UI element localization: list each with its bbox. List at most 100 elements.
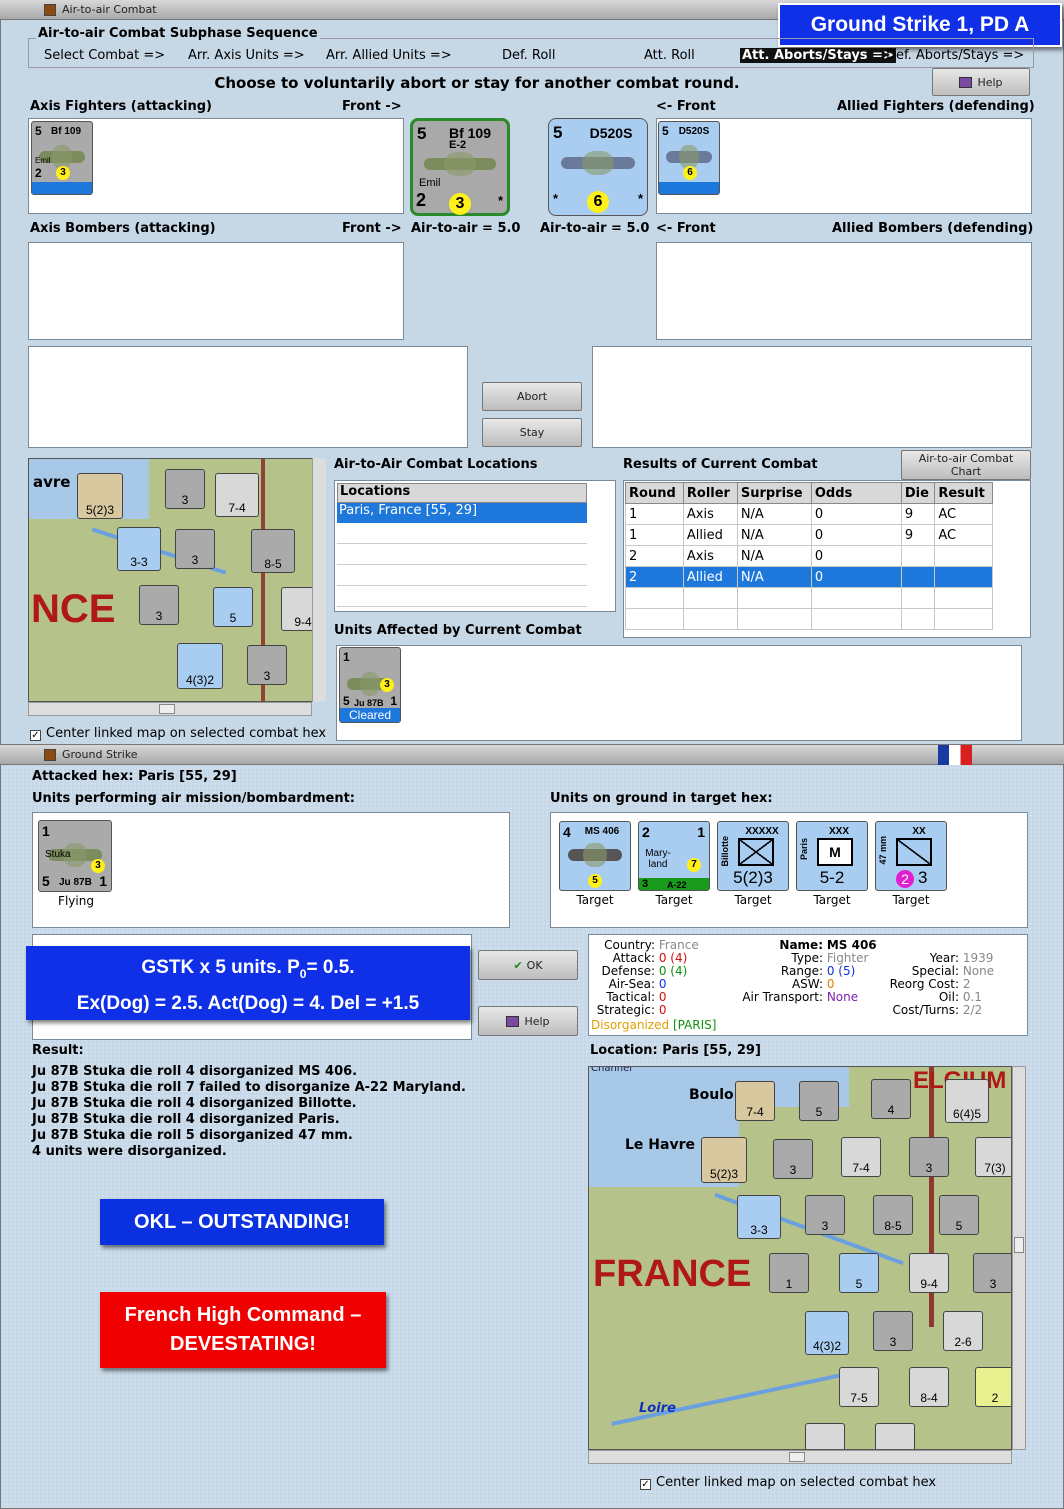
target-billotte[interactable]: XXXXX Billotte 5(2)3 Target: [717, 821, 789, 911]
table-row[interactable]: 1 Allied N/A 0 9 AC: [625, 524, 993, 546]
map-counter[interactable]: 1: [769, 1253, 809, 1293]
map-scrollbar-vertical[interactable]: [312, 458, 326, 702]
allied-front-fighter-counter[interactable]: 5 D520S 6 * *: [548, 118, 648, 216]
stuka-counter[interactable]: 1 Stuka 3 5 Ju 87B 1: [38, 820, 112, 892]
map-counter[interactable]: 3: [973, 1253, 1011, 1293]
allied-bombers-box[interactable]: [656, 242, 1032, 340]
map-counter[interactable]: 3: [175, 529, 215, 569]
scroll-thumb[interactable]: [1014, 1237, 1024, 1253]
results-title: Results of Current Combat: [623, 457, 818, 472]
map-counter[interactable]: [805, 1423, 845, 1449]
ok-button[interactable]: ✔ OK: [478, 950, 578, 980]
map-counter[interactable]: 3: [805, 1195, 845, 1235]
map-label-channel: Channel: [591, 1066, 633, 1074]
result-line: 4 units were disorganized.: [32, 1144, 227, 1159]
plane-icon: [560, 151, 636, 176]
map-counter[interactable]: 7-5: [839, 1367, 879, 1407]
locations-list[interactable]: Locations Paris, France [55, 29]: [334, 480, 616, 612]
abort-button[interactable]: Abort: [482, 382, 582, 411]
target-maryland[interactable]: 2 1 Mary-land 7 3 A-22 Target: [638, 821, 710, 911]
stuka-counter-affected[interactable]: 1 3 5 Ju 87B 1 Cleared: [339, 647, 401, 723]
axis-fighter-counter-small[interactable]: 5 Bf 109 Emil 2 3: [31, 121, 93, 195]
map-scrollbar-vertical-bottom[interactable]: [1012, 1066, 1026, 1450]
stay-button[interactable]: Stay: [482, 418, 582, 447]
map-counter[interactable]: 8-5: [873, 1195, 913, 1235]
unit-info-panel: Country: France Attack: 0 (4) Defense: 0…: [588, 934, 1028, 1036]
map-counter[interactable]: 7(3): [975, 1137, 1011, 1177]
map-counter[interactable]: 2-6: [943, 1311, 983, 1351]
axis-bombers-box[interactable]: [28, 242, 404, 340]
map-label-boulogne: Boulo: [689, 1087, 734, 1103]
subphase-header: Air-to-air Combat Subphase Sequence: [36, 26, 320, 41]
location-row-selected[interactable]: Paris, France [55, 29]: [337, 503, 587, 523]
map-counter[interactable]: 4(3)2: [805, 1311, 849, 1355]
allied-a2a-value: Air-to-air = 5.0: [540, 221, 650, 236]
map-scrollbar-horizontal-bottom[interactable]: [588, 1450, 1012, 1464]
map-counter[interactable]: 3: [139, 585, 179, 625]
map-counter[interactable]: 3: [247, 645, 287, 685]
step-def-roll: Def. Roll: [502, 48, 556, 63]
table-row-selected[interactable]: 2 Allied N/A 0: [625, 566, 993, 588]
linked-map-top[interactable]: avre NCE 5(2)3 3 7-4 3-3 3 8-5 3 5 9-4 4…: [28, 458, 326, 702]
map-counter[interactable]: 3-3: [117, 527, 161, 571]
map-counter[interactable]: 3: [909, 1137, 949, 1177]
map-counter[interactable]: 9-4: [909, 1253, 949, 1293]
check-icon[interactable]: ✓: [30, 730, 41, 741]
help-button-top[interactable]: Help: [932, 68, 1030, 96]
table-row[interactable]: 2 Axis N/A 0: [625, 545, 993, 567]
linked-map-bottom[interactable]: Channel Boulo Le Havre FRANCE ELGIUM Loi…: [588, 1066, 1012, 1450]
table-row[interactable]: 1 Axis N/A 0 9 AC: [625, 503, 993, 525]
map-counter[interactable]: 5: [213, 587, 253, 627]
window-title: Air-to-air Combat: [62, 3, 157, 16]
app-icon: [44, 4, 56, 16]
allied-bombers-label: Allied Bombers (defending): [832, 221, 1034, 236]
map-counter[interactable]: 4: [871, 1079, 911, 1119]
map-counter[interactable]: 5(2)3: [701, 1137, 747, 1183]
map-counter[interactable]: 3-3: [737, 1195, 781, 1239]
counter-billotte[interactable]: XXXXX Billotte 5(2)3: [717, 821, 789, 891]
map-counter[interactable]: 7-4: [841, 1137, 881, 1177]
map-counter[interactable]: 7-4: [735, 1081, 775, 1121]
map-counter[interactable]: 6(4)5: [945, 1079, 989, 1123]
book-icon: [959, 76, 973, 88]
map-counter[interactable]: 8-4: [909, 1367, 949, 1407]
counter-maryland[interactable]: 2 1 Mary-land 7 3 A-22: [638, 821, 710, 891]
result-line: Ju 87B Stuka die roll 7 failed to disorg…: [32, 1080, 466, 1095]
map-counter[interactable]: 4(3)2: [177, 643, 223, 689]
map-counter[interactable]: 2: [975, 1367, 1011, 1407]
map-scrollbar-horizontal[interactable]: [28, 702, 312, 716]
help-button-bottom[interactable]: Help: [478, 1006, 578, 1036]
map-counter[interactable]: [875, 1423, 915, 1449]
target-47mm[interactable]: XX 47 mm 2 3 Target: [875, 821, 947, 911]
stuka-unit[interactable]: 1 Stuka 3 5 Ju 87B 1 Flying: [38, 820, 114, 912]
axis-front-fighter-counter[interactable]: 5 Bf 109 E-2 Emil 2 3 *: [410, 118, 510, 216]
map-counter[interactable]: 3: [165, 469, 205, 509]
map-counter[interactable]: 3: [773, 1139, 813, 1179]
map-counter[interactable]: 5: [939, 1195, 979, 1235]
map-counter[interactable]: 5: [839, 1253, 879, 1293]
front-label-allied-bombers: <- Front: [656, 221, 716, 236]
a2a-chart-button[interactable]: Air-to-air Combat Chart: [901, 450, 1031, 480]
map-counter[interactable]: 7-4: [215, 473, 259, 517]
ground-strike-titlebar: Ground Strike: [0, 745, 1064, 765]
allied-fighter-counter-small[interactable]: 5 D520S 6: [658, 121, 720, 195]
counter-ms406[interactable]: 4 MS 406 5: [559, 821, 631, 891]
counter-paris[interactable]: XXX Paris M 5-2: [796, 821, 868, 891]
map-counter[interactable]: 8-5: [251, 529, 295, 573]
scroll-thumb[interactable]: [159, 704, 175, 714]
map-counter[interactable]: 3: [873, 1311, 913, 1351]
counter-47mm[interactable]: XX 47 mm 2 3: [875, 821, 947, 891]
locations-empty-rows: [337, 523, 587, 607]
center-map-checkbox-bottom[interactable]: ✓ Center linked map on selected combat he…: [640, 1475, 936, 1490]
infantry-symbol-icon: [738, 838, 774, 866]
map-counter[interactable]: 5: [799, 1081, 839, 1121]
map-counter[interactable]: 5(2)3: [77, 473, 123, 519]
scroll-thumb[interactable]: [789, 1452, 805, 1462]
check-icon[interactable]: ✓: [640, 1479, 651, 1490]
ground-units-box[interactable]: 4 MS 406 5 Target 2 1 Mary-land 7 3 A-22…: [550, 812, 1028, 928]
affected-units-box[interactable]: [336, 645, 1022, 741]
target-paris[interactable]: XXX Paris M 5-2 Target: [796, 821, 868, 911]
target-ms406[interactable]: 4 MS 406 5 Target: [559, 821, 631, 911]
center-map-checkbox-top[interactable]: ✓ Center linked map on selected combat he…: [30, 726, 326, 741]
app-icon: [44, 749, 56, 761]
